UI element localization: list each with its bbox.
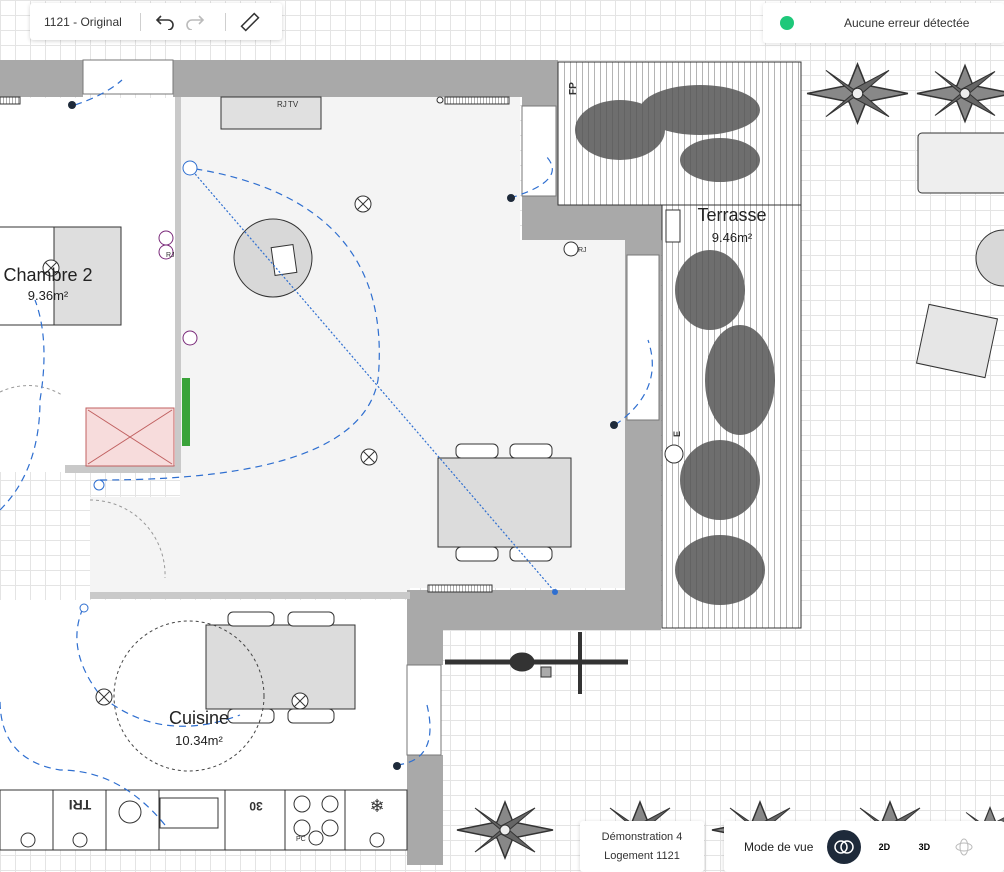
radiator[interactable] xyxy=(427,584,493,593)
bicycle[interactable] xyxy=(445,632,628,694)
socket[interactable] xyxy=(563,241,579,257)
room-area-chambre: 9.36m² xyxy=(28,288,69,303)
garden-table[interactable] xyxy=(975,229,1004,287)
undo-icon xyxy=(155,14,174,30)
label-pc: PC xyxy=(296,836,306,843)
top-toolbar: 1121 - Original xyxy=(30,3,282,40)
outdoor-plant xyxy=(916,64,1004,123)
wall-segment xyxy=(522,205,662,240)
overlay-icon xyxy=(834,839,855,854)
socket[interactable] xyxy=(93,479,105,491)
window xyxy=(406,664,442,756)
wall-segment xyxy=(175,97,181,472)
label-rj: RJ xyxy=(277,100,287,109)
status-text: Aucune erreur détectée xyxy=(844,16,970,30)
wall-segment xyxy=(173,60,558,97)
view-2d-button[interactable]: 2D xyxy=(867,830,901,864)
view-2d-label: 2D xyxy=(878,841,891,852)
wall-segment xyxy=(0,60,83,97)
garden-furniture xyxy=(915,132,1004,379)
window xyxy=(82,59,174,95)
label-temperature: 30 xyxy=(249,799,263,813)
wall-segment xyxy=(407,590,661,630)
wall-segment xyxy=(407,590,443,665)
unit-name: Logement 1121 xyxy=(604,849,680,862)
socket[interactable] xyxy=(369,832,385,848)
room-area-cuisine: 10.34m² xyxy=(175,733,223,748)
outdoor-plant xyxy=(806,63,909,124)
wall-segment xyxy=(407,755,443,865)
socket[interactable] xyxy=(20,832,36,848)
radiator[interactable] xyxy=(0,96,21,105)
project-info: Démonstration 4 Logement 1121 xyxy=(580,821,704,872)
ceiling-light[interactable] xyxy=(95,688,113,706)
redo-button[interactable] xyxy=(183,10,207,34)
switch[interactable] xyxy=(393,762,401,770)
socket-special[interactable] xyxy=(158,230,174,246)
view-mode-label: Mode de vue xyxy=(744,839,814,854)
view-overlay-button[interactable] xyxy=(827,829,862,864)
undo-button[interactable] xyxy=(153,10,177,34)
measure-button[interactable] xyxy=(238,10,262,34)
radiator-green[interactable] xyxy=(182,378,190,446)
view-mode-selector: Mode de vue 2D 3D xyxy=(724,821,1004,872)
outdoor-plant xyxy=(456,801,554,859)
toolbar-divider xyxy=(224,12,226,31)
label-tv: TV xyxy=(288,100,299,109)
redo-icon xyxy=(186,14,204,30)
label-tri: TRI xyxy=(69,797,92,813)
ceiling-light[interactable] xyxy=(291,692,309,710)
freezer-icon: ❄ xyxy=(369,796,384,816)
socket[interactable] xyxy=(308,830,324,846)
view-3d-label: 3D xyxy=(918,841,931,852)
garden-armchair[interactable] xyxy=(915,303,999,379)
toolbar-divider xyxy=(139,12,141,31)
floor-plan-canvas[interactable]: ❄ FP RJ RJ TV RJ E TRI 30 PC Chambre 2 9… xyxy=(0,0,1004,872)
socket-special[interactable] xyxy=(182,330,198,346)
orbit-icon xyxy=(955,838,973,855)
project-name: Démonstration 4 xyxy=(601,830,683,843)
switch[interactable] xyxy=(610,421,618,429)
books xyxy=(270,244,298,276)
label-rj: RJ xyxy=(166,252,175,259)
room-area-terrasse: 9.46m² xyxy=(712,230,753,245)
switch[interactable] xyxy=(436,96,444,104)
socket[interactable] xyxy=(79,603,89,613)
tv-cabinet[interactable] xyxy=(220,96,322,130)
ruler-icon xyxy=(240,11,260,32)
room-name-terrasse[interactable]: Terrasse xyxy=(697,205,766,225)
label-e: E xyxy=(672,431,682,437)
socket-outdoor[interactable] xyxy=(664,444,684,464)
terrace-light[interactable] xyxy=(665,209,681,243)
socket[interactable] xyxy=(72,832,88,848)
validation-status: Aucune erreur détectée xyxy=(763,3,1004,43)
window xyxy=(521,105,557,197)
label-fp: FP xyxy=(568,82,579,95)
window xyxy=(626,254,660,421)
kitchen-table[interactable] xyxy=(205,624,356,710)
switch[interactable] xyxy=(507,194,515,202)
dining-table[interactable] xyxy=(437,457,572,548)
status-dot-icon xyxy=(780,16,794,30)
ceiling-light[interactable] xyxy=(360,448,378,466)
label-rj: RJ xyxy=(578,247,587,254)
switch[interactable] xyxy=(68,101,76,109)
wiring-endpoint[interactable] xyxy=(552,589,558,595)
plan-title: 1121 - Original xyxy=(44,14,122,29)
room-name-chambre[interactable]: Chambre 2 xyxy=(3,265,92,285)
room-name-cuisine[interactable]: Cuisine xyxy=(169,708,229,728)
view-3d-button[interactable]: 3D xyxy=(907,830,941,864)
socket[interactable] xyxy=(182,160,198,176)
garden-sofa[interactable] xyxy=(917,132,1004,194)
wall-segment xyxy=(90,592,410,599)
radiator[interactable] xyxy=(444,96,510,105)
view-orbit-button[interactable] xyxy=(947,830,981,864)
ceiling-light[interactable] xyxy=(354,195,372,213)
dishwasher-icon xyxy=(159,797,219,829)
